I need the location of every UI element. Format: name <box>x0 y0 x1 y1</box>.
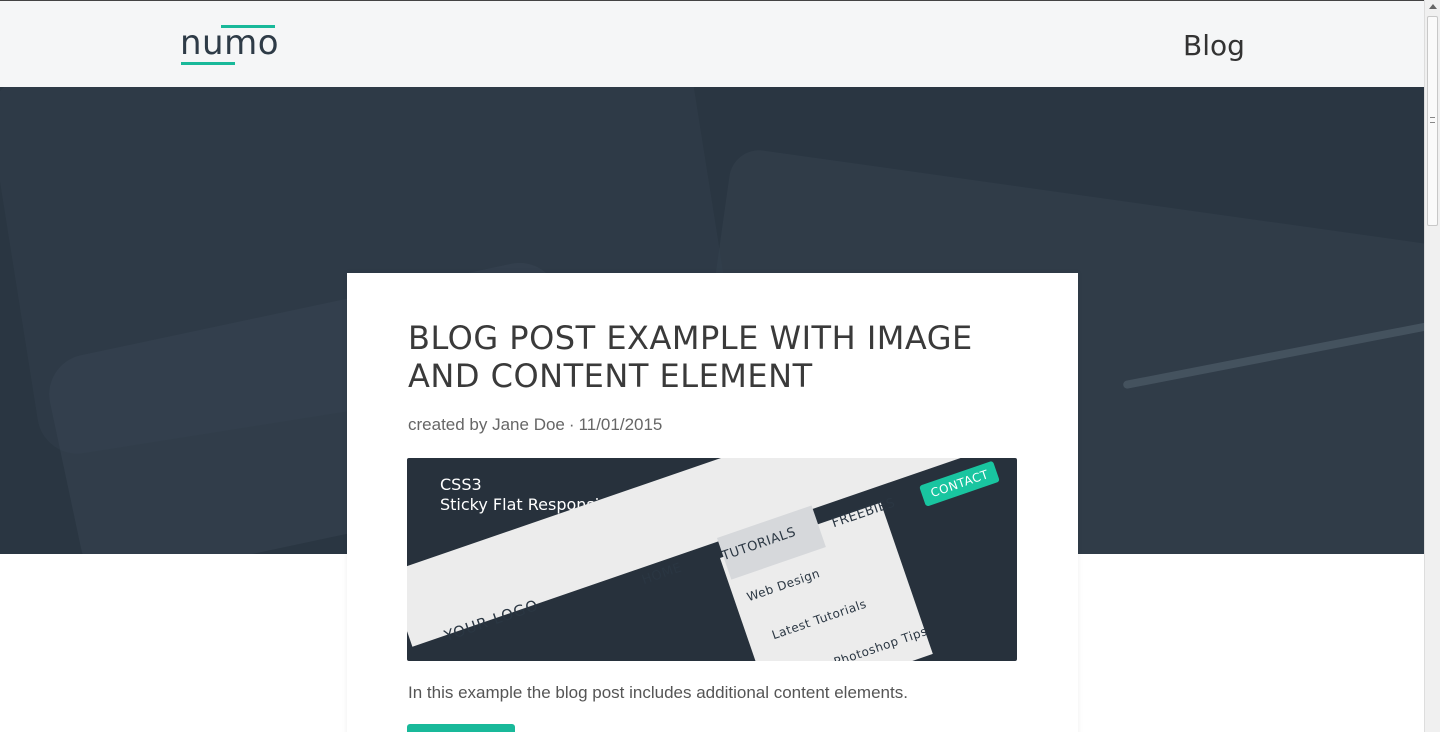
read-more-button[interactable] <box>407 724 515 732</box>
scrollbar[interactable] <box>1424 0 1440 732</box>
site-header: numo Blog <box>0 0 1424 87</box>
post-author: created by Jane Doe <box>408 415 565 434</box>
post-meta: created by Jane Doe · 11/01/2015 <box>408 415 662 435</box>
site-logo[interactable]: numo <box>180 23 280 67</box>
post-date: 11/01/2015 <box>578 415 663 434</box>
meta-separator: · <box>568 415 575 434</box>
nav-link-blog[interactable]: Blog <box>1183 28 1245 64</box>
grip-icon <box>1430 117 1435 123</box>
logo-text: numo <box>180 23 280 63</box>
post-title[interactable]: BLOG POST EXAMPLE WITH IMAGE AND CONTENT… <box>408 319 1048 395</box>
scroll-up-arrow-icon[interactable] <box>1429 4 1437 9</box>
logo-accent-bar <box>181 62 235 65</box>
post-excerpt: In this example the blog post includes a… <box>408 683 908 702</box>
scrollbar-thumb[interactable] <box>1427 16 1438 226</box>
blog-post-card: BLOG POST EXAMPLE WITH IMAGE AND CONTENT… <box>347 273 1078 732</box>
post-featured-image[interactable]: CSS3 Sticky Flat Responsive Navbar YOUR … <box>407 458 1017 661</box>
